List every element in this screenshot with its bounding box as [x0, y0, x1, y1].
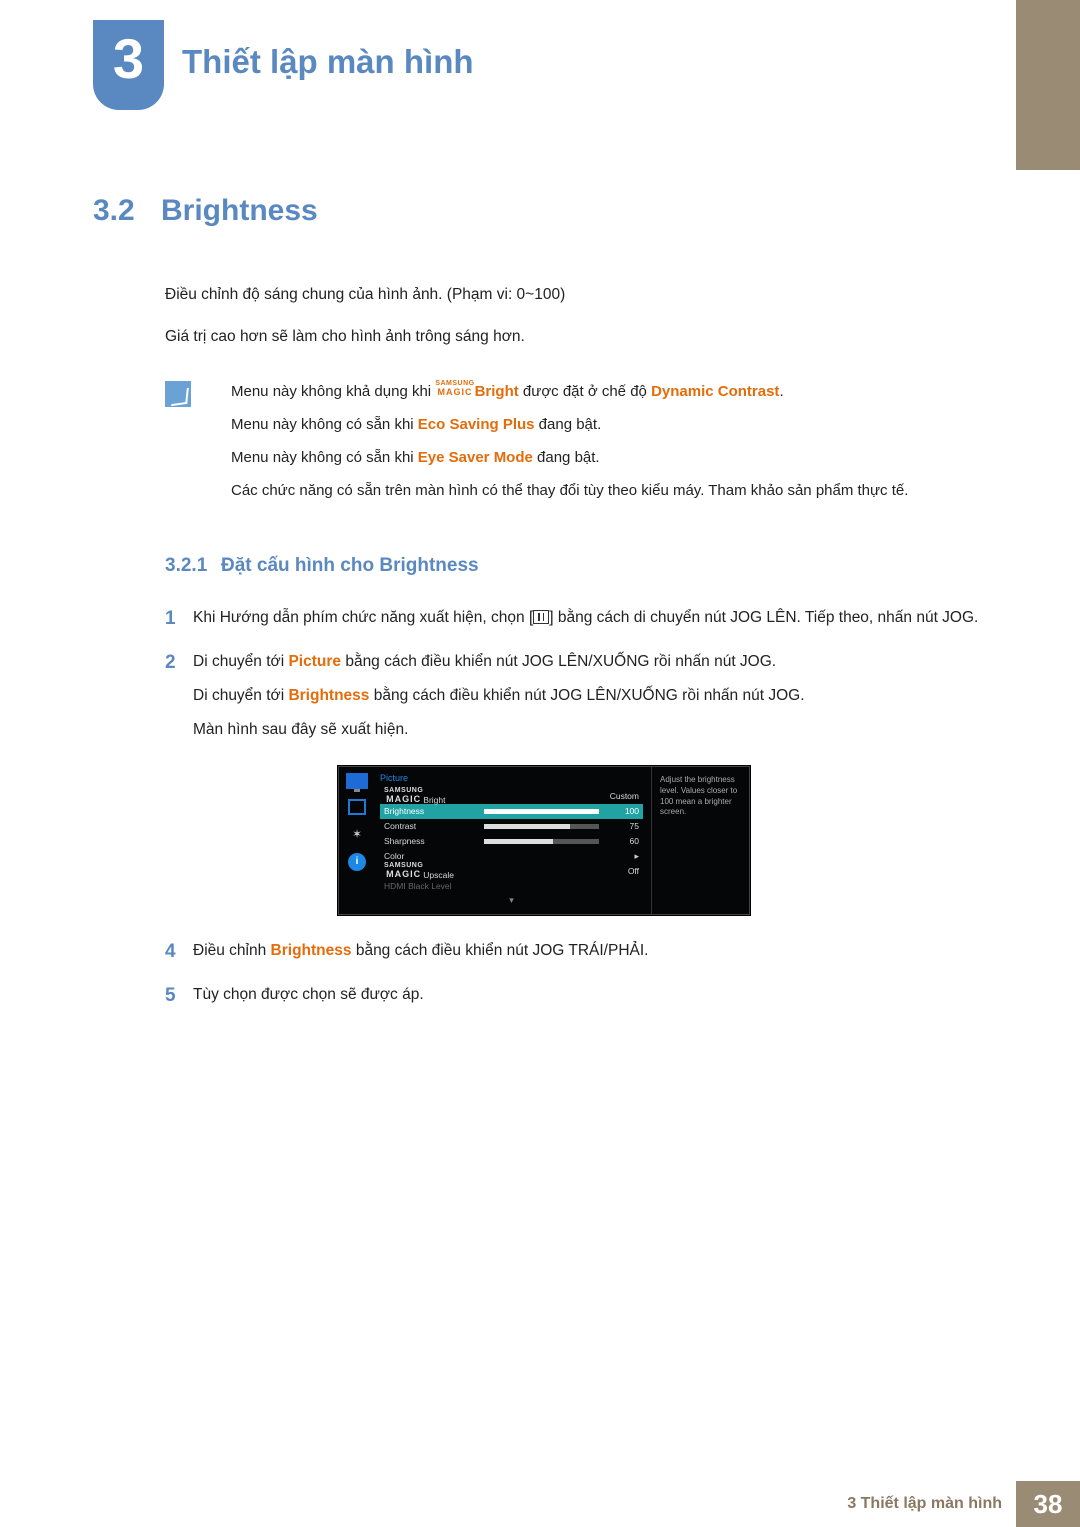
note-line-1: Menu này không khả dụng khi SAMSUNGMAGIC… — [231, 379, 995, 403]
subsection-heading: 3.2.1Đặt cấu hình cho Brightness — [165, 551, 995, 580]
chapter-title: Thiết lập màn hình — [182, 36, 474, 87]
subsection-title: Đặt cấu hình cho Brightness — [221, 555, 479, 576]
osd-scroll-down-icon: ▾ — [380, 894, 643, 906]
step-number: 4 — [165, 939, 193, 973]
osd-sidebar: ✶ i — [339, 767, 375, 914]
osd-label: Brightness — [384, 805, 484, 818]
osd-label: HDMI Black Level — [384, 880, 484, 893]
step-5: 5 Tùy chọn được chọn sẽ được áp. — [165, 983, 995, 1017]
osd-title: Picture — [380, 772, 643, 786]
note-list: Menu này không khả dụng khi SAMSUNGMAGIC… — [231, 379, 995, 513]
osd-slider — [484, 839, 599, 844]
osd-main: Picture SAMSUNGMAGICBright Custom Bright… — [375, 767, 651, 914]
osd-value: Custom — [607, 790, 639, 803]
section-title: Brightness — [161, 194, 318, 227]
step-number: 5 — [165, 983, 193, 1017]
subsection-number: 3.2.1 — [165, 551, 221, 580]
step-2: 2 Di chuyển tới Picture bằng cách điều k… — [165, 650, 995, 752]
step-text: Tùy chọn được chọn sẽ được áp. — [193, 983, 995, 1017]
osd-row-magic-bright: SAMSUNGMAGICBright Custom — [380, 789, 643, 804]
page-footer: 3 Thiết lập màn hình 38 — [0, 1481, 1080, 1527]
note-block: Menu này không khả dụng khi SAMSUNGMAGIC… — [165, 379, 995, 513]
osd-screenshot: ✶ i Picture SAMSUNGMAGICBright Custom Br… — [338, 766, 750, 915]
page-edge-stripe — [1016, 0, 1080, 170]
step-text: Di chuyển tới Picture bằng cách điều khi… — [193, 650, 995, 752]
osd-row-contrast: Contrast 75 — [380, 819, 643, 834]
osd-label: Sharpness — [384, 835, 484, 848]
settings-tab-icon: ✶ — [346, 825, 368, 843]
osd-value: 60 — [607, 835, 639, 848]
osd-row-brightness: Brightness 100 — [380, 804, 643, 819]
osd-help-panel: Adjust the brightness level. Values clos… — [651, 767, 749, 914]
step-1: 1 Khi Hướng dẫn phím chức năng xuất hiện… — [165, 606, 995, 640]
osd-slider — [484, 809, 599, 814]
step-text: Khi Hướng dẫn phím chức năng xuất hiện, … — [193, 606, 995, 640]
note-icon — [165, 381, 191, 407]
footer-page-number: 38 — [1016, 1481, 1080, 1527]
information-tab-icon: i — [348, 853, 366, 871]
osd-arrow-icon: ▸ — [607, 850, 639, 864]
step-4: 4 Điều chỉnh Brightness bằng cách điều k… — [165, 939, 995, 973]
menu-icon — [533, 610, 549, 624]
steps-list-continued: 4 Điều chỉnh Brightness bằng cách điều k… — [165, 939, 995, 1017]
note-line-3: Menu này không có sẵn khi Eye Saver Mode… — [231, 446, 995, 469]
note-line-2: Menu này không có sẵn khi Eco Saving Plu… — [231, 413, 995, 436]
onscreen-display-tab-icon — [348, 799, 366, 815]
samsung-magic-logo: SAMSUNGMAGIC — [435, 379, 474, 397]
osd-value: 100 — [607, 805, 639, 818]
osd-label: Contrast — [384, 820, 484, 833]
osd-row-sharpness: Sharpness 60 — [380, 834, 643, 849]
steps-list: 1 Khi Hướng dẫn phím chức năng xuất hiện… — [165, 606, 995, 752]
note-line-4: Các chức năng có sẵn trên màn hình có th… — [231, 479, 995, 502]
step-text: Điều chỉnh Brightness bằng cách điều khi… — [193, 939, 995, 973]
section-heading: 3.2Brightness — [93, 188, 995, 235]
footer-chapter-label: 3 Thiết lập màn hình — [847, 1492, 1016, 1517]
osd-value: Off — [607, 865, 639, 878]
intro-paragraph-1: Điều chỉnh độ sáng chung của hình ảnh. (… — [165, 283, 995, 307]
step-number: 2 — [165, 650, 193, 752]
step-number: 1 — [165, 606, 193, 640]
osd-row-magic-upscale: SAMSUNGMAGICUpscale Off — [380, 864, 643, 879]
osd-value: 75 — [607, 820, 639, 833]
section-number: 3.2 — [93, 188, 161, 235]
osd-row-hdmi-black-level: HDMI Black Level — [380, 879, 643, 894]
intro-paragraph-2: Giá trị cao hơn sẽ làm cho hình ảnh trôn… — [165, 325, 995, 349]
chapter-number-badge: 3 — [93, 20, 164, 110]
osd-slider — [484, 824, 599, 829]
picture-tab-icon — [346, 773, 368, 789]
